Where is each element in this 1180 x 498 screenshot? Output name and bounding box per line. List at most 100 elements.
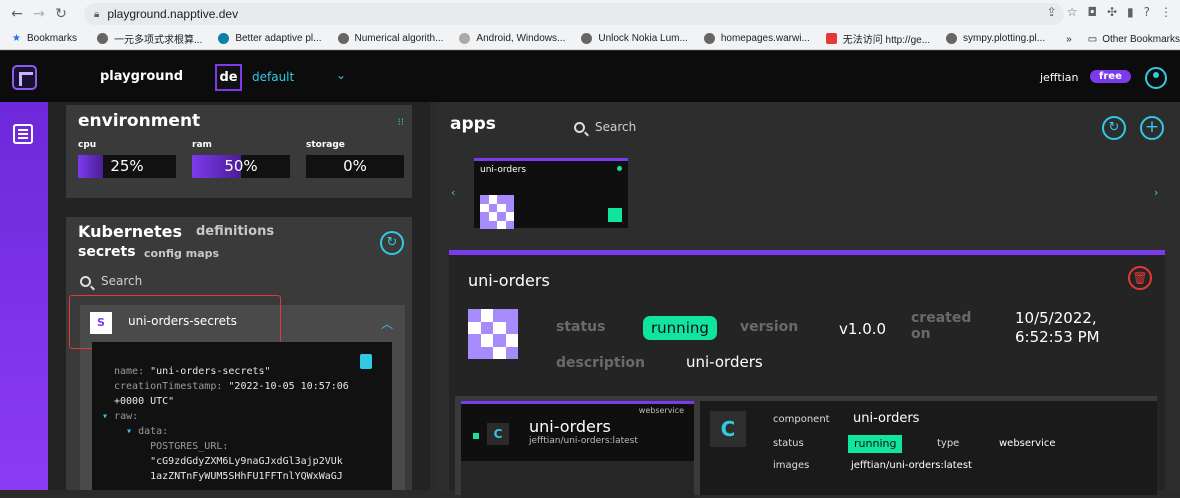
camera-icon[interactable]: ◘ (1087, 5, 1097, 19)
sidebar-icon[interactable]: ▮ (1127, 5, 1134, 19)
folder-icon: ▭ (1087, 33, 1098, 45)
metric-cpu: cpu 25% (78, 140, 176, 178)
forward-arrow-icon[interactable]: → (28, 6, 50, 22)
secret-name: uni-orders-secrets (128, 314, 237, 328)
mosaic-cell (468, 334, 481, 347)
bookmark-item[interactable]: Better adaptive pl... (218, 33, 322, 44)
component-status-badge: running (848, 435, 903, 453)
bookmark-item[interactable]: 无法访问 http://ge... (825, 31, 930, 46)
bookmark-item[interactable]: ★ Bookmarks (12, 33, 77, 44)
yaml-value: "cG9zdGdyZXM6Ly9naGJxdGl3ajp2VUk (150, 456, 343, 467)
menu-icon[interactable]: ⋮ (1160, 5, 1172, 19)
more-bookmarks-button[interactable]: » (1066, 34, 1072, 45)
globe-icon (946, 33, 958, 44)
mosaic-cell (497, 212, 506, 221)
collapse-arrow-icon[interactable]: ▾ (114, 426, 138, 437)
created-time-line: 6:52:53 PM (1015, 328, 1100, 346)
chevron-right-icon[interactable]: › (1154, 186, 1158, 199)
bookmarks-bar: ★ Bookmarks 一元多项式求根算... Better adaptive p… (0, 28, 1180, 50)
metric-bar: 25% (78, 155, 176, 178)
apps-search[interactable]: Search (574, 120, 636, 134)
description-value: uni-orders (686, 353, 763, 371)
mosaic-cell (488, 203, 497, 212)
mosaic-cell (480, 321, 493, 334)
mosaic-cell (480, 334, 493, 347)
metric-label: ram (192, 140, 212, 150)
mosaic-cell (480, 346, 493, 359)
workspace-avatar[interactable]: de (215, 64, 242, 91)
secrets-search[interactable]: Search (80, 274, 142, 288)
tab-definitions[interactable]: definitions (196, 224, 274, 239)
metric-label: cpu (78, 140, 97, 150)
yaml-key: POSTGRES_URL: (150, 441, 229, 452)
star-icon[interactable]: ☆ (1067, 5, 1078, 19)
catalog-icon[interactable] (13, 124, 33, 144)
drag-handle-icon[interactable]: ⁝⁝ (398, 117, 404, 128)
bookmark-item[interactable]: homepages.warwi... (703, 33, 810, 44)
component-type-value: webservice (999, 438, 1056, 449)
bookmark-item[interactable]: Android, Windows... (459, 33, 565, 44)
yaml-key: raw: (114, 411, 139, 422)
component-icon: C (487, 423, 509, 445)
component-images-label: images (773, 460, 810, 471)
refresh-icon[interactable]: ↻ (380, 231, 404, 255)
globe-icon (703, 33, 715, 44)
chevron-down-icon[interactable]: ⌄ (336, 68, 346, 82)
components-area: webservice C uni-orders jefftian/uni-ord… (455, 396, 1157, 498)
bookmark-item[interactable]: Numerical algorith... (337, 33, 443, 44)
app-detail-panel: uni-orders 🗑︎ status running version v1.… (449, 250, 1165, 498)
back-arrow-icon[interactable]: ← (6, 6, 28, 22)
tab-config-maps[interactable]: config maps (144, 247, 219, 260)
brand-name: playground (100, 69, 184, 84)
mosaic-cell (505, 346, 518, 359)
created-label: created on (911, 310, 972, 342)
mosaic-cell (505, 203, 514, 212)
other-bookmarks-label: Other Bookmarks (1102, 33, 1180, 45)
secret-list-item[interactable]: S uni-orders-secrets ︿ name: "uni-orders… (69, 295, 405, 490)
mosaic-cell (505, 309, 518, 322)
extension-icon[interactable]: ? (1144, 5, 1150, 19)
component-name: uni-orders (529, 417, 611, 436)
mosaic-cell (505, 334, 518, 347)
tab-secrets[interactable]: secrets (78, 244, 136, 260)
bookmark-item[interactable]: Unlock Nokia Lum... (581, 33, 688, 44)
metric-value: 25% (110, 157, 144, 175)
user-avatar-icon[interactable] (1145, 67, 1167, 89)
workspace-name[interactable]: default (252, 70, 294, 84)
trash-icon[interactable]: 🗑︎ (1128, 266, 1152, 290)
puzzle-icon[interactable]: ✣ (1107, 5, 1117, 19)
add-icon[interactable]: + (1140, 116, 1164, 140)
refresh-icon[interactable]: ↻ (1102, 116, 1126, 140)
component-status-label: status (773, 438, 804, 449)
component-icon: C (710, 411, 746, 447)
metric-label: storage (306, 140, 345, 150)
reload-icon[interactable]: ↻ (50, 6, 72, 22)
bookmark-item[interactable]: sympy.plotting.pl... (946, 33, 1045, 44)
mosaic-cell (480, 212, 489, 221)
yaml-value: 1azZNTnFyWUM5SHhFU1FFTnlYQWxWaGJ (150, 471, 343, 482)
component-card[interactable]: webservice C uni-orders jefftian/uni-ord… (461, 401, 694, 498)
url-text: playground.napptive.dev (107, 7, 239, 21)
yaml-key: creationTimestamp: (114, 381, 223, 392)
address-bar[interactable]: 🔒︎ playground.napptive.dev (84, 3, 1064, 25)
metric-value: 0% (343, 157, 367, 175)
app-card[interactable]: uni-orders (474, 158, 628, 229)
metric-storage: storage 0% (306, 140, 404, 178)
metric-bar: 0% (306, 155, 404, 178)
mosaic-cell (493, 334, 506, 347)
napptive-logo-icon[interactable] (12, 65, 37, 90)
browser-extension-icons: ⇪ ☆ ◘ ✣ ▮ ? ⋮ (1047, 5, 1172, 19)
chevron-up-icon[interactable]: ︿ (381, 315, 393, 332)
sidebar (0, 102, 48, 490)
mosaic-cell (497, 220, 506, 229)
status-badge: running (643, 316, 717, 340)
collapse-arrow-icon[interactable]: ▾ (102, 411, 114, 422)
component-image: jefftian/uni-orders:latest (529, 436, 638, 446)
copy-icon[interactable] (360, 354, 372, 369)
yaml-key: name: (114, 366, 145, 377)
share-icon[interactable]: ⇪ (1047, 5, 1057, 19)
bookmark-item[interactable]: 一元多项式求根算... (96, 31, 202, 46)
other-bookmarks[interactable]: » ▭ Other Bookmarks (1066, 28, 1180, 49)
kubernetes-title: Kubernetes (78, 222, 182, 241)
chevron-left-icon[interactable]: ‹ (451, 186, 455, 199)
